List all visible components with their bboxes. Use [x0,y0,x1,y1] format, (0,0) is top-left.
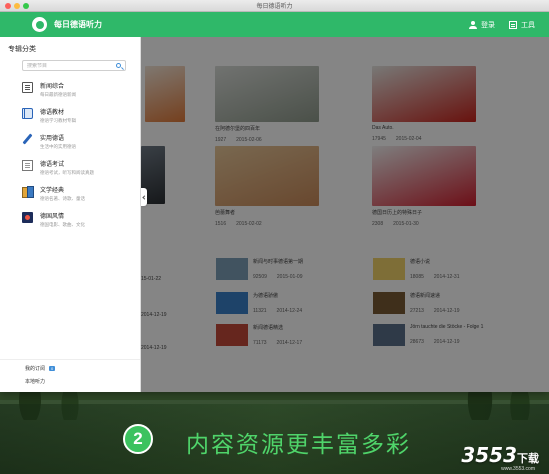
close-window-button[interactable] [5,3,11,9]
category-label: 德国风情 [40,214,65,220]
watermark-suffix: 下载 [517,452,539,465]
category-label: 文学经典 [40,188,65,194]
category-desc: 德语学习教材专辑 [40,118,76,123]
login-button[interactable]: 登录 [469,20,495,30]
sidebar-collapse-handle[interactable] [141,188,147,206]
sidebar-heading: 专辑分类 [8,46,36,53]
search-input[interactable] [27,62,111,69]
category-desc: 每日最新德语新闻 [40,92,76,97]
category-desc: 德国电影、歌曲、文化 [40,222,85,227]
local-listening-link[interactable]: 本地听力 [25,378,132,385]
promo-text: 内容资源更丰富多彩 [186,432,411,458]
book-icon [22,108,33,119]
watermark-url: www.3553.com [501,466,535,472]
tools-button[interactable]: 工具 [509,20,535,30]
subscriptions-label: 我的订阅 [25,366,46,372]
category-label: 实用德语 [40,136,65,142]
watermark-brand: 3553 [461,443,517,467]
search-box [22,60,126,71]
app-logo-icon [32,17,47,32]
header-actions: 登录 工具 [469,12,535,37]
category-label: 德语考试 [40,162,65,168]
category-item-news[interactable]: 新闻综合 每日最新德语新闻 [0,77,140,103]
login-label: 登录 [481,21,495,29]
tools-icon [509,20,517,29]
category-label: 新闻综合 [40,84,65,90]
window-title: 每日德语听力 [256,4,293,10]
category-desc: 德语名著、诗歌、童话 [40,196,85,201]
app-title: 每日德语听力 [54,20,102,29]
step-number-badge: 2 [123,424,153,454]
category-desc: 生活中的实用德语 [40,144,76,149]
window-controls [5,3,29,9]
category-desc: 德语考试，听写和阅读真题 [40,170,94,175]
category-item-textbooks[interactable]: 德语教材 德语学习教材专辑 [0,103,140,129]
category-label: 德语教材 [40,110,65,116]
zoom-window-button[interactable] [23,3,29,9]
newspaper-icon [22,82,33,93]
window-titlebar: 每日德语听力 [0,0,549,12]
user-icon [469,20,477,29]
minimize-window-button[interactable] [14,3,20,9]
subscriptions-badge: 0 [49,366,56,371]
category-item-practical[interactable]: 实用德语 生活中的实用德语 [0,129,140,155]
books-icon [22,186,34,198]
watermark-logo: 3553下载 [461,443,539,467]
tools-label: 工具 [521,21,535,29]
category-item-culture[interactable]: 德国风情 德国电影、歌曲、文化 [0,207,140,233]
film-icon [22,212,33,223]
app-header: 每日德语听力 登录 工具 [0,12,549,37]
category-item-exams[interactable]: 德语考试 德语考试，听写和阅读真题 [0,155,140,181]
exam-doc-icon [22,160,33,171]
category-item-literature[interactable]: 文学经典 德语名著、诗歌、童话 [0,181,140,207]
search-icon[interactable] [116,63,121,68]
my-subscriptions-link[interactable]: 我的订阅 0 [25,365,132,372]
sidebar-footer: 我的订阅 0 本地听力 [0,359,140,392]
pencil-icon [22,134,33,145]
category-sidebar: 专辑分类 新闻综合 每日最新德语新闻 德语教材 德语学习教材专辑 实用德语 生活… [0,37,141,392]
